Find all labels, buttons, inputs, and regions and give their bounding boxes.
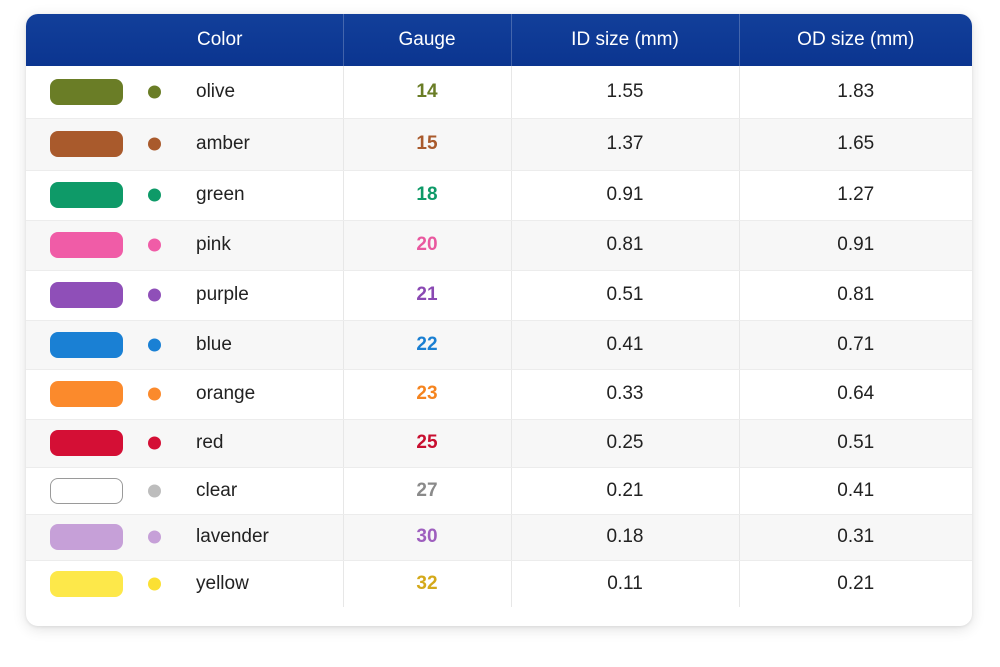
color-cell: clear — [26, 467, 344, 515]
color-dot-icon — [148, 238, 161, 252]
id-size-value: 0.41 — [511, 320, 740, 370]
od-size-value: 1.65 — [739, 118, 972, 171]
gauge-table-card: Color Gauge ID size (mm) OD size (mm) ol… — [26, 14, 972, 626]
color-swatch — [50, 232, 123, 258]
color-name: amber — [196, 133, 250, 154]
table-row: purple 21 0.51 0.81 — [26, 270, 972, 321]
id-size-value: 1.55 — [511, 66, 740, 119]
gauge-value: 25 — [343, 419, 512, 468]
od-size-value: 0.31 — [739, 514, 972, 561]
color-name: blue — [196, 333, 232, 355]
gauge-value: 15 — [343, 118, 512, 171]
color-swatch — [50, 78, 123, 105]
color-name: green — [196, 184, 245, 205]
gauge-value: 18 — [343, 170, 512, 221]
color-swatch — [50, 477, 123, 504]
color-swatch — [50, 570, 123, 597]
table-row: olive 14 1.55 1.83 — [26, 66, 972, 119]
table-row: red 25 0.25 0.51 — [26, 419, 972, 468]
gauge-value: 23 — [343, 369, 512, 420]
gauge-value: 30 — [343, 514, 512, 561]
color-swatch — [50, 282, 123, 308]
gauge-value: 20 — [343, 220, 512, 271]
table-row: clear 27 0.21 0.41 — [26, 467, 972, 515]
od-size-value: 0.64 — [739, 369, 972, 420]
od-size-value: 0.41 — [739, 467, 972, 515]
color-name: yellow — [196, 572, 249, 594]
od-size-value: 0.91 — [739, 220, 972, 271]
table-row: lavender 30 0.18 0.31 — [26, 514, 972, 561]
id-size-value: 0.11 — [511, 560, 740, 607]
table-row: yellow 32 0.11 0.21 — [26, 560, 972, 607]
header-od-size: OD size (mm) — [797, 29, 915, 50]
color-cell: orange — [26, 369, 344, 420]
color-cell: olive — [26, 66, 344, 119]
od-size-value: 0.51 — [739, 419, 972, 468]
od-size-value: 0.21 — [837, 572, 875, 594]
color-dot-icon — [148, 436, 161, 450]
id-size-value: 0.81 — [511, 220, 740, 271]
color-dot-icon — [148, 288, 161, 302]
table-header: Color Gauge ID size (mm) OD size (mm) — [26, 14, 972, 66]
color-cell: pink — [26, 220, 344, 271]
header-id-size: ID size (mm) — [511, 14, 740, 66]
color-dot-icon — [148, 484, 161, 497]
color-name: red — [196, 432, 224, 453]
gauge-value: 21 — [343, 270, 512, 321]
color-name: lavender — [196, 526, 269, 547]
color-name: olive — [196, 80, 236, 102]
id-size-value: 0.91 — [511, 170, 740, 221]
color-cell: blue — [26, 320, 344, 370]
od-size-value: 0.71 — [739, 320, 972, 370]
color-name: orange — [196, 383, 256, 404]
color-swatch — [50, 381, 123, 407]
color-name: pink — [196, 234, 231, 255]
color-dot-icon — [148, 338, 161, 351]
table-row: amber 15 1.37 1.65 — [26, 118, 972, 171]
header-gauge: Gauge — [343, 14, 512, 66]
id-size-value: 0.18 — [511, 514, 740, 561]
header-color: Color — [26, 14, 344, 66]
table-row: pink 20 0.81 0.91 — [26, 220, 972, 271]
table-body: olive 14 1.55 1.83 amber 15 1.37 1.65 green 18 0.9… — [26, 66, 972, 607]
id-size-value: 0.25 — [511, 419, 740, 468]
color-swatch — [50, 182, 123, 208]
color-cell: green — [26, 170, 344, 221]
color-swatch — [50, 131, 123, 157]
gauge-value: 32 — [343, 560, 512, 607]
color-cell: red — [26, 419, 344, 468]
color-cell: amber — [26, 118, 344, 171]
id-size-value: 0.51 — [511, 270, 740, 321]
gauge-value: 14 — [343, 66, 512, 119]
color-name: purple — [196, 284, 249, 305]
color-cell: lavender — [26, 514, 344, 561]
id-size-value: 0.21 — [511, 467, 740, 515]
color-dot-icon — [148, 577, 161, 591]
color-dot-icon — [148, 188, 161, 202]
gauge-size-table: Color Gauge ID size (mm) OD size (mm) ol… — [26, 14, 972, 607]
id-size-value: 0.33 — [511, 369, 740, 420]
color-cell: yellow — [26, 560, 344, 607]
table-row: green 18 0.91 1.27 — [26, 170, 972, 221]
table-row: orange 23 0.33 0.64 — [26, 369, 972, 420]
color-dot-icon — [148, 530, 161, 544]
gauge-value: 22 — [343, 320, 512, 370]
color-dot-icon — [148, 137, 161, 151]
table-row: blue 22 0.41 0.71 — [26, 320, 972, 370]
header-row: Color Gauge ID size (mm) OD size (mm) — [26, 14, 972, 66]
od-size-value: 1.83 — [739, 66, 972, 119]
color-swatch — [50, 430, 123, 456]
color-name: clear — [196, 479, 238, 501]
color-swatch — [50, 524, 123, 550]
od-size-value: 0.81 — [739, 270, 972, 321]
gauge-value: 27 — [343, 467, 512, 515]
color-dot-icon — [148, 387, 161, 401]
id-size-value: 1.37 — [511, 118, 740, 171]
color-swatch — [50, 331, 123, 358]
od-size-value: 1.27 — [739, 170, 972, 221]
color-dot-icon — [148, 85, 161, 99]
color-cell: purple — [26, 270, 344, 321]
